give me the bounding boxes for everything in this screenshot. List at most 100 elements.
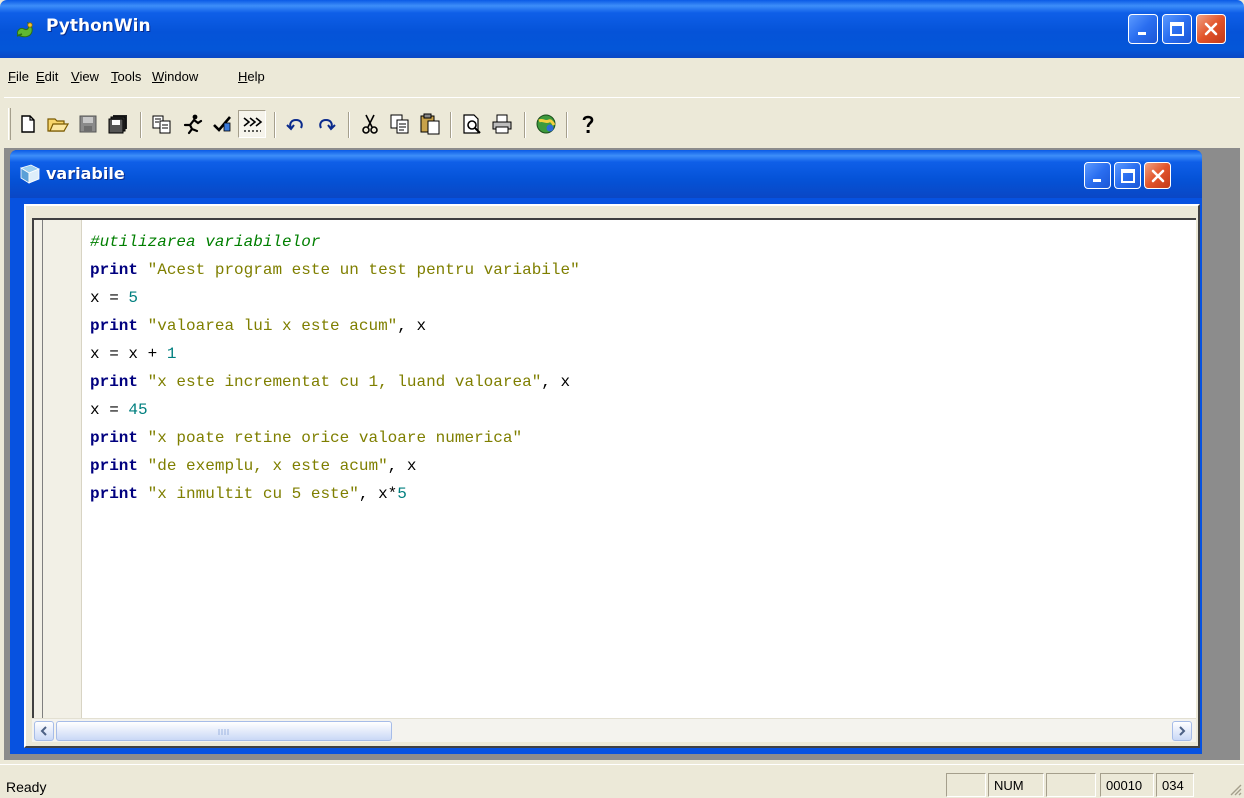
code-token-op — [138, 485, 148, 503]
code-editor[interactable]: #utilizarea variabilelor print "Acest pro… — [32, 218, 1196, 718]
document-window: variabile #utilizarea variabilelor print … — [10, 150, 1202, 754]
code-line[interactable]: x = x + 1 — [90, 340, 580, 368]
run-button[interactable] — [178, 110, 206, 138]
code-token-str: "x inmultit cu 5 este" — [147, 485, 359, 503]
minimize-button[interactable] — [1128, 14, 1158, 44]
menu-view[interactable]: View — [71, 69, 99, 84]
maximize-icon — [1120, 168, 1135, 183]
toolbar-separator — [450, 112, 452, 138]
run-icon — [183, 114, 203, 135]
toolbar-divider — [4, 97, 1240, 98]
status-line-number: 00010 — [1100, 773, 1154, 797]
code-line[interactable]: print "x inmultit cu 5 este", x*5 — [90, 480, 580, 508]
browser-icon — [536, 114, 556, 134]
save-button[interactable] — [74, 110, 102, 138]
toolbar-separator — [566, 112, 568, 138]
status-pane-scroll — [1046, 773, 1096, 797]
close-button[interactable] — [1196, 14, 1226, 44]
save-icon — [79, 115, 97, 133]
check-button[interactable] — [208, 110, 236, 138]
print-preview-button[interactable] — [458, 110, 486, 138]
scroll-thumb[interactable] — [56, 721, 392, 741]
code-line[interactable]: print "de exemplu, x este acum", x — [90, 452, 580, 480]
menu-tools[interactable]: Tools — [111, 69, 141, 84]
code-token-num: 1 — [166, 345, 177, 363]
code-token-op — [138, 261, 148, 279]
whitespace-toggle-button[interactable] — [238, 110, 266, 138]
help-icon — [582, 115, 594, 133]
code-line[interactable]: print "Acest program este un test pentru… — [90, 256, 580, 284]
close-icon — [1151, 169, 1164, 182]
menu-file[interactable]: File — [8, 69, 29, 84]
document-title-bar[interactable]: variabile — [10, 150, 1202, 198]
code-token-num: 45 — [128, 401, 148, 419]
maximize-button[interactable] — [1162, 14, 1192, 44]
copy-icon — [390, 114, 409, 134]
code-token-kw: print — [90, 457, 139, 475]
code-line[interactable]: print "x poate retine orice valoare nume… — [90, 424, 580, 452]
horizontal-scrollbar[interactable] — [32, 718, 1196, 742]
document-close-button[interactable] — [1144, 162, 1171, 189]
code-token-str: "x poate retine orice valoare numerica" — [147, 429, 523, 447]
scroll-right-button[interactable] — [1172, 721, 1192, 741]
save-all-icon — [108, 115, 127, 134]
minimize-icon — [1138, 32, 1146, 35]
code-token-op: x = x + — [90, 345, 167, 363]
browser-button[interactable] — [532, 110, 560, 138]
cut-icon — [362, 114, 378, 134]
document-maximize-button[interactable] — [1114, 162, 1141, 189]
code-token-str: "x este incrementat cu 1, luand valoarea… — [147, 373, 542, 391]
code-token-op: , x — [387, 457, 417, 475]
app-title: PythonWin — [46, 16, 151, 36]
cut-button[interactable] — [356, 110, 384, 138]
status-pane-caps — [946, 773, 986, 797]
code-token-op: x = — [90, 401, 129, 419]
status-message: Ready — [6, 779, 47, 795]
code-text[interactable]: #utilizarea variabilelor print "Acest pro… — [90, 228, 580, 508]
grip-icon — [218, 729, 229, 735]
menu-edit[interactable]: Edit — [36, 69, 58, 84]
paste-button[interactable] — [416, 110, 444, 138]
code-line[interactable]: x = 45 — [90, 396, 580, 424]
undo-icon — [286, 118, 303, 131]
save-all-button[interactable] — [104, 110, 132, 138]
open-folder-icon — [47, 118, 69, 132]
print-button[interactable] — [488, 110, 516, 138]
code-line[interactable]: x = 5 — [90, 284, 580, 312]
chevron-left-icon — [40, 726, 47, 736]
gutter-divider — [42, 220, 43, 718]
code-line[interactable]: print "valoarea lui x este acum", x — [90, 312, 580, 340]
pythonwin-window: PythonWin File Edit View Tools Window He… — [0, 0, 1244, 798]
help-button[interactable] — [574, 110, 602, 138]
toolbar-separator — [140, 112, 142, 138]
code-token-str: "de exemplu, x este acum" — [147, 457, 388, 475]
code-line[interactable]: print "x este incrementat cu 1, luand va… — [90, 368, 580, 396]
title-bar[interactable]: PythonWin — [0, 0, 1244, 58]
close-icon — [1204, 22, 1218, 36]
toolbar — [8, 102, 790, 146]
resize-grip-icon[interactable] — [1228, 782, 1242, 796]
open-button[interactable] — [44, 110, 72, 138]
code-token-op — [138, 373, 148, 391]
toolbar-separator — [524, 112, 526, 138]
editor-gutter[interactable] — [34, 220, 82, 718]
code-token-kw: print — [90, 261, 139, 279]
document-minimize-button[interactable] — [1084, 162, 1111, 189]
menu-help[interactable]: Help — [238, 69, 265, 84]
code-line[interactable]: #utilizarea variabilelor — [90, 228, 580, 256]
code-token-kw: print — [90, 317, 139, 335]
scroll-left-button[interactable] — [34, 721, 54, 741]
redo-button[interactable] — [312, 110, 340, 138]
chevron-right-icon — [1179, 726, 1186, 736]
code-token-num: 5 — [128, 289, 139, 307]
copy-button[interactable] — [386, 110, 414, 138]
code-token-op: x = — [90, 289, 129, 307]
undo-button[interactable] — [282, 110, 310, 138]
menu-window[interactable]: Window — [152, 69, 198, 84]
toolbar-grip[interactable] — [8, 108, 11, 140]
minimize-icon — [1092, 178, 1101, 182]
document-title: variabile — [46, 164, 125, 183]
copy-screen-button[interactable] — [148, 110, 176, 138]
new-file-button[interactable] — [14, 110, 42, 138]
code-token-op: , x — [541, 373, 571, 391]
